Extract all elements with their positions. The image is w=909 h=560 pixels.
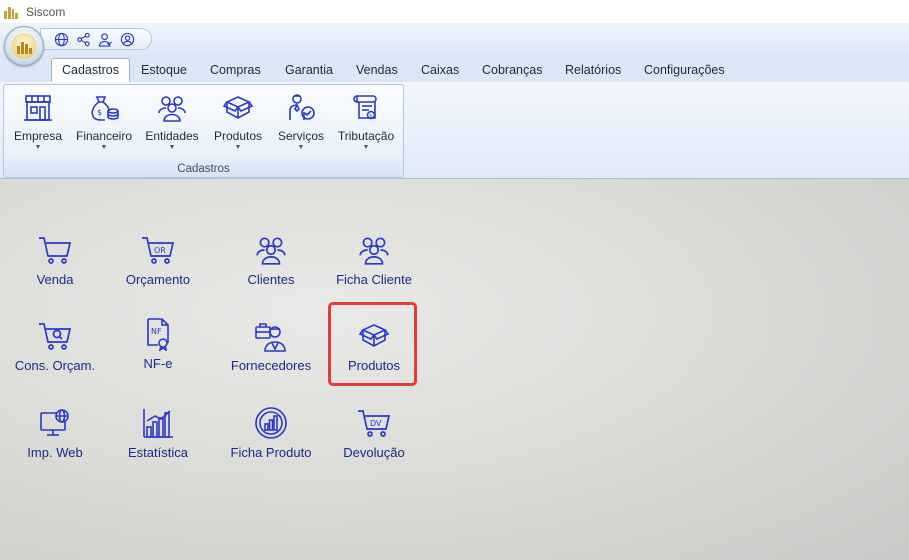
tab-cobrancas[interactable]: Cobranças — [472, 59, 552, 82]
tab-estoque[interactable]: Estoque — [131, 59, 197, 82]
cart-or-text: OR — [154, 246, 166, 255]
shortcut-ficha-produto[interactable]: Ficha Produto — [219, 405, 323, 460]
chart-circle-icon — [251, 405, 291, 441]
cart-or-icon: OR — [138, 232, 178, 268]
boxes-icon — [221, 91, 255, 125]
nfe-text: NF — [151, 327, 162, 336]
shortcut-label: Cons. Orçam. — [14, 358, 96, 373]
financeiro-label: Financeiro — [75, 129, 133, 143]
shortcut-clientes[interactable]: Clientes — [219, 232, 323, 287]
supplier-icon — [251, 318, 291, 354]
user-circle-icon[interactable] — [119, 31, 135, 47]
shortcut-orcamento[interactable]: OR Orçamento — [106, 232, 210, 287]
tributacao-label: Tributação — [337, 129, 395, 143]
shortcut-label: Ficha Produto — [230, 445, 312, 460]
shortcut-cons-orcam[interactable]: Cons. Orçam. — [3, 318, 107, 373]
dropdown-arrow-icon: ▼ — [34, 144, 42, 151]
dropdown-arrow-icon: ▼ — [168, 144, 176, 151]
servicos-label: Serviços — [277, 129, 324, 143]
tab-relatorios[interactable]: Relatórios — [555, 59, 631, 82]
shortcut-label: NF-e — [143, 356, 173, 371]
shortcut-label: Venda — [36, 272, 74, 287]
dropdown-arrow-icon: ▼ — [297, 144, 305, 151]
tab-vendas[interactable]: Vendas — [346, 59, 408, 82]
money-bag-icon: $ — [87, 91, 121, 125]
shortcut-ficha-cliente[interactable]: Ficha Cliente — [322, 232, 426, 287]
globe-icon[interactable] — [53, 31, 69, 47]
tab-caixas[interactable]: Caixas — [411, 59, 469, 82]
cart-dv-text: DV — [370, 419, 382, 428]
app-logo-icon — [4, 5, 18, 19]
shortcut-label: Imp. Web — [27, 445, 83, 460]
entidades-button[interactable]: Entidades ▼ — [143, 91, 201, 151]
cart-dv-icon: DV — [354, 405, 394, 441]
users-icon — [354, 232, 394, 268]
shortcut-label: Orçamento — [125, 272, 191, 287]
dropdown-arrow-icon: ▼ — [362, 144, 370, 151]
shortcut-label: Ficha Cliente — [336, 272, 412, 287]
svg-text:$: $ — [369, 113, 372, 119]
network-icon[interactable] — [75, 31, 91, 47]
shortcut-venda[interactable]: Venda — [3, 232, 107, 287]
user-check-icon[interactable] — [97, 31, 113, 47]
tax-document-icon: $ — [349, 91, 383, 125]
shortcut-estatistica[interactable]: Estatística — [106, 405, 210, 460]
monitor-globe-icon — [35, 405, 75, 441]
entidades-label: Entidades — [145, 129, 199, 143]
nfe-document-icon: NF — [138, 316, 178, 352]
title-bar: Siscom — [0, 0, 909, 23]
cart-search-icon — [35, 318, 75, 354]
servicos-button[interactable]: Serviços ▼ — [274, 91, 328, 151]
shortcut-devolucao[interactable]: DV Devolução — [322, 405, 426, 460]
ribbon-panel: Empresa ▼ $ Financeiro ▼ Entidades ▼ Pro… — [0, 82, 909, 179]
financeiro-button[interactable]: $ Financeiro ▼ — [74, 91, 134, 151]
tab-cadastros[interactable]: Cadastros — [51, 58, 130, 83]
shortcut-label: Devolução — [343, 445, 405, 460]
dropdown-arrow-icon: ▼ — [100, 144, 108, 151]
tab-compras[interactable]: Compras — [200, 59, 271, 82]
ribbon-group-cadastros: Empresa ▼ $ Financeiro ▼ Entidades ▼ Pro… — [3, 84, 404, 178]
tab-configuracoes[interactable]: Configurações — [634, 59, 735, 82]
shortcut-label: Estatística — [128, 445, 188, 460]
users-icon — [251, 232, 291, 268]
highlight-box — [328, 302, 417, 386]
shortcut-imp-web[interactable]: Imp. Web — [3, 405, 107, 460]
ribbon-tabs: Cadastros Estoque Compras Garantia Venda… — [0, 55, 909, 83]
store-icon — [21, 91, 55, 125]
service-person-icon — [284, 91, 318, 125]
shortcut-fornecedores[interactable]: Fornecedores — [219, 318, 323, 373]
shortcut-label: Clientes — [247, 272, 295, 287]
cart-icon — [35, 232, 75, 268]
users-icon — [155, 91, 189, 125]
shortcut-nfe[interactable]: NF NF-e — [106, 316, 210, 371]
bar-chart-icon — [138, 405, 178, 441]
svg-text:$: $ — [97, 108, 102, 117]
application-menu-button[interactable] — [4, 26, 44, 66]
empresa-button[interactable]: Empresa ▼ — [12, 91, 64, 151]
empresa-label: Empresa — [13, 129, 63, 143]
dropdown-arrow-icon: ▼ — [234, 144, 242, 151]
quick-access-toolbar — [40, 28, 152, 50]
ribbon-group-label: Cadastros — [177, 163, 230, 175]
shortcut-label: Fornecedores — [230, 358, 312, 373]
window-title: Siscom — [26, 4, 66, 19]
tab-garantia[interactable]: Garantia — [275, 59, 343, 82]
tributacao-button[interactable]: $ Tributação ▼ — [334, 91, 398, 151]
produtos-ribbon-button[interactable]: Produtos ▼ — [211, 91, 265, 151]
produtos-label: Produtos — [213, 129, 263, 143]
app-logo-icon — [11, 33, 37, 59]
